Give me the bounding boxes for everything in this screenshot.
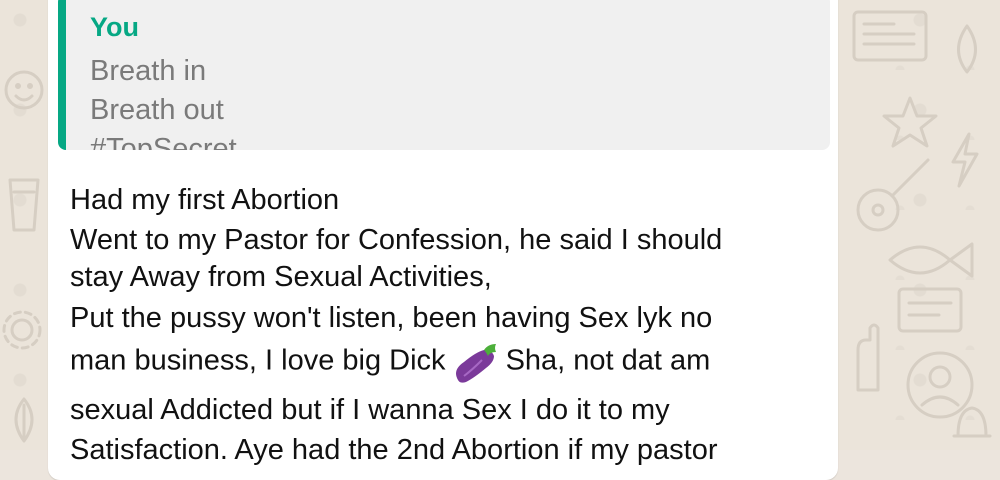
eggplant-emoji-icon — [455, 344, 496, 383]
message-text: man business, I love big Dick — [70, 344, 446, 377]
quote-line: Breath out — [90, 94, 224, 126]
doodle-drop-icon — [957, 24, 977, 74]
quote-line: Breath in — [90, 55, 207, 87]
doodle-leaf-icon — [14, 397, 34, 443]
doodle-star-icon — [882, 96, 938, 148]
doodle-hand-icon — [856, 323, 880, 392]
quote-line: #TopSecret... — [90, 133, 261, 150]
doodle-cup-icon — [8, 178, 40, 232]
doodle-fish-icon — [888, 242, 974, 278]
quote-accent-bar — [58, 0, 66, 150]
doodle-note-icon — [897, 287, 963, 333]
doodle-smiley-icon — [4, 70, 44, 110]
message-line: Satisfaction. Aye had the 2nd Abortion i… — [70, 434, 718, 466]
doodle-bell-icon — [952, 406, 992, 438]
doodle-lightning-icon — [951, 132, 979, 188]
message-bubble[interactable]: You Breath in Breath out #TopSecret... H… — [48, 0, 838, 480]
message-line: Put the pussy won't listen, been having … — [70, 302, 713, 334]
message-line: stay Away from Sexual Activities, — [70, 261, 492, 293]
doodle-gear-icon — [2, 310, 42, 350]
quoted-reply[interactable]: You Breath in Breath out #TopSecret... — [58, 0, 830, 150]
doodle-guitar-icon — [856, 158, 930, 232]
message-line: Went to my Pastor for Confession, he sai… — [70, 224, 723, 256]
quote-author: You — [90, 12, 139, 42]
message-line: sexual Addicted but if I wanna Sex I do … — [70, 394, 670, 426]
message-line-with-emoji: man business, I love big Dick Sha, not d… — [70, 340, 710, 384]
doodle-newspaper-icon — [852, 10, 928, 62]
message-line: Had my first Abortion — [70, 184, 340, 216]
message-text: Sha, not dat am — [505, 344, 711, 377]
